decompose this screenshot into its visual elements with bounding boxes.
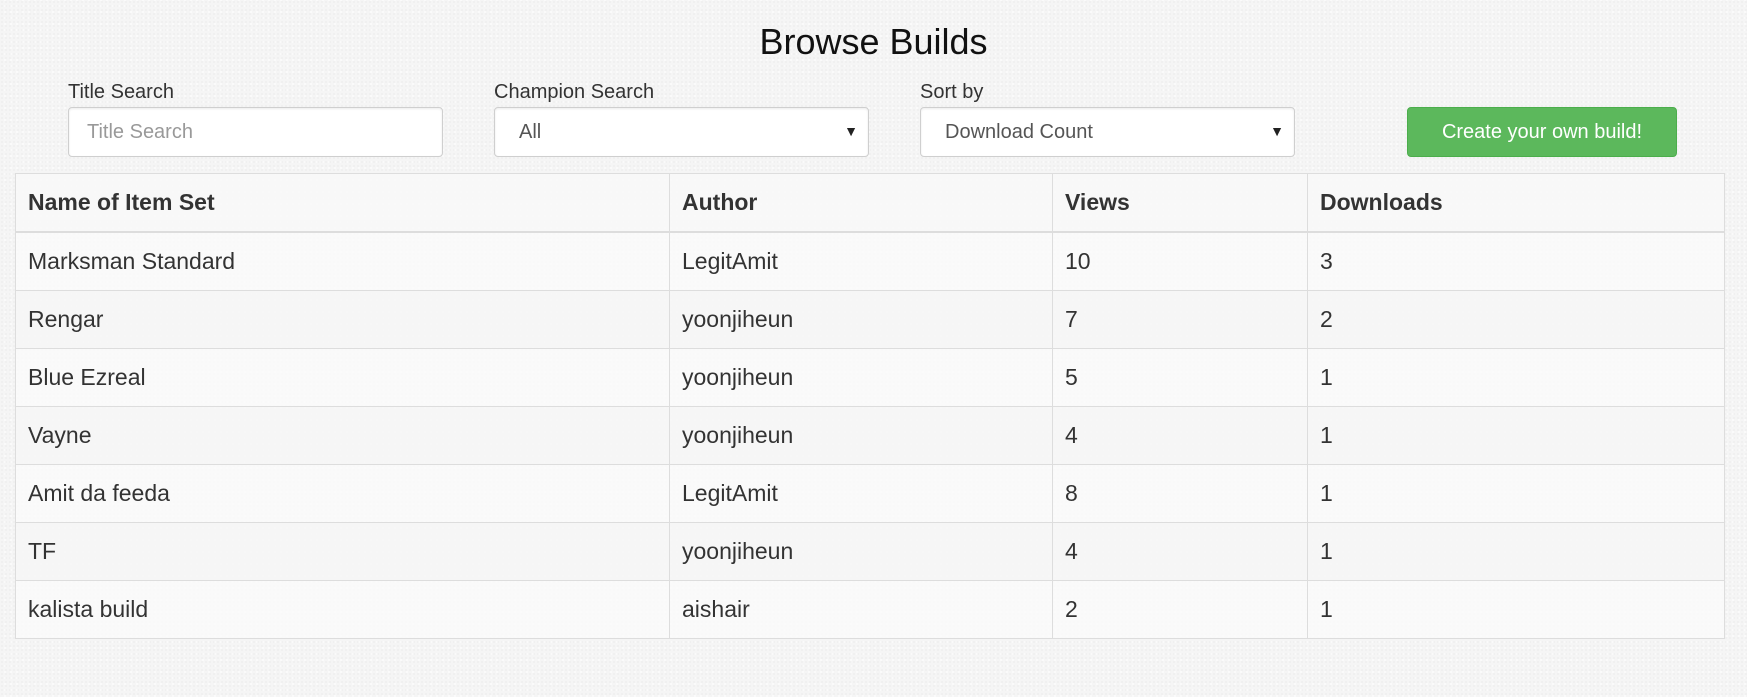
author-cell: yoonjiheun (669, 348, 1053, 407)
column-header-downloads[interactable]: Downloads (1307, 173, 1725, 233)
builds-table: Name of Item Set Author Views Downloads … (15, 173, 1725, 639)
views-cell: 8 (1052, 464, 1308, 523)
table-row[interactable]: Marksman Standard LegitAmit 10 3 (15, 231, 1725, 291)
champion-search-select[interactable]: All ▼ (494, 107, 869, 157)
table-row[interactable]: Vayne yoonjiheun 4 1 (15, 406, 1725, 465)
table-row[interactable]: TF yoonjiheun 4 1 (15, 522, 1725, 581)
build-name-cell[interactable]: Blue Ezreal (15, 348, 670, 407)
build-name-cell[interactable]: Rengar (15, 290, 670, 349)
views-cell: 4 (1052, 522, 1308, 581)
views-cell: 2 (1052, 580, 1308, 639)
title-search-input[interactable] (68, 107, 443, 157)
column-header-author[interactable]: Author (669, 173, 1053, 233)
table-row[interactable]: Blue Ezreal yoonjiheun 5 1 (15, 348, 1725, 407)
downloads-cell: 2 (1307, 290, 1725, 349)
build-name-cell[interactable]: Vayne (15, 406, 670, 465)
downloads-cell: 1 (1307, 464, 1725, 523)
table-header-row: Name of Item Set Author Views Downloads (15, 173, 1725, 233)
table-row[interactable]: kalista build aishair 2 1 (15, 580, 1725, 639)
downloads-cell: 1 (1307, 348, 1725, 407)
sort-by-select[interactable]: Download Count ▼ (920, 107, 1295, 157)
sort-by-group: Sort by Download Count ▼ (920, 80, 1295, 157)
title-search-group: Title Search (68, 80, 443, 157)
build-name-cell[interactable]: kalista build (15, 580, 670, 639)
column-header-views[interactable]: Views (1052, 173, 1308, 233)
create-build-button[interactable]: Create your own build! (1407, 107, 1677, 157)
author-cell: yoonjiheun (669, 290, 1053, 349)
downloads-cell: 3 (1307, 231, 1725, 291)
views-cell: 10 (1052, 231, 1308, 291)
sort-by-label: Sort by (920, 81, 984, 103)
champion-search-label: Champion Search (494, 81, 655, 103)
page-title: Browse Builds (759, 21, 988, 62)
champion-search-group: Champion Search All ▼ (494, 80, 869, 157)
build-name-cell[interactable]: Amit da feeda (15, 464, 670, 523)
column-header-name[interactable]: Name of Item Set (15, 173, 670, 233)
author-cell: aishair (669, 580, 1053, 639)
downloads-cell: 1 (1307, 522, 1725, 581)
champion-search-value: All (519, 120, 542, 143)
table-row[interactable]: Rengar yoonjiheun 7 2 (15, 290, 1725, 349)
downloads-cell: 1 (1307, 580, 1725, 639)
build-name-cell[interactable]: TF (15, 522, 670, 581)
views-cell: 5 (1052, 348, 1308, 407)
views-cell: 7 (1052, 290, 1308, 349)
downloads-cell: 1 (1307, 406, 1725, 465)
views-cell: 4 (1052, 406, 1308, 465)
build-name-cell[interactable]: Marksman Standard (15, 231, 670, 291)
author-cell: yoonjiheun (669, 406, 1053, 465)
sort-by-value: Download Count (945, 120, 1093, 143)
table-row[interactable]: Amit da feeda LegitAmit 8 1 (15, 464, 1725, 523)
author-cell: LegitAmit (669, 464, 1053, 523)
title-search-label: Title Search (68, 81, 174, 103)
caret-down-icon: ▼ (1270, 123, 1284, 140)
author-cell: yoonjiheun (669, 522, 1053, 581)
author-cell: LegitAmit (669, 231, 1053, 291)
caret-down-icon: ▼ (844, 123, 858, 140)
